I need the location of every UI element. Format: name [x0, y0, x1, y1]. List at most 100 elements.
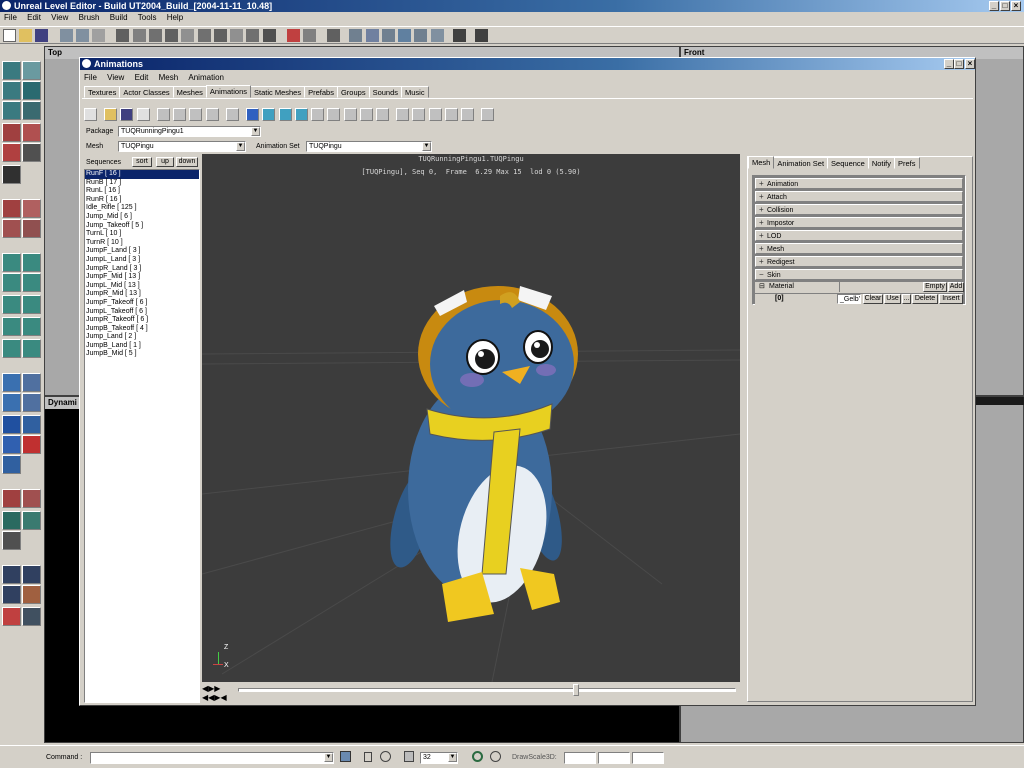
- move-icon[interactable]: [2, 101, 21, 120]
- camera-mode-icon[interactable]: [2, 61, 21, 80]
- play-level-icon[interactable]: [452, 29, 466, 42]
- vertex-edit-icon[interactable]: [22, 61, 41, 80]
- animation-icon[interactable]: [246, 29, 260, 42]
- build-geometry-icon[interactable]: [349, 29, 363, 42]
- sheet-icon[interactable]: [22, 295, 41, 314]
- add-static-mesh-icon[interactable]: [22, 435, 41, 454]
- anim-figure-icon[interactable]: [311, 108, 325, 121]
- anim-props-icon[interactable]: [189, 108, 203, 121]
- expand-icon[interactable]: +: [759, 244, 767, 253]
- actor-browser-icon[interactable]: [116, 29, 130, 42]
- add-mover-icon[interactable]: [2, 435, 21, 454]
- sphere-icon[interactable]: [22, 339, 41, 358]
- warning-icon[interactable]: [286, 29, 300, 42]
- tab-mesh[interactable]: Mesh: [748, 156, 775, 169]
- menu-edit[interactable]: Edit: [27, 13, 41, 22]
- select-all-icon[interactable]: [2, 489, 21, 508]
- menu-help[interactable]: Help: [167, 13, 183, 22]
- sequence-item[interactable]: Jump_Takeoff [ 5 ]: [85, 222, 199, 231]
- undo-icon[interactable]: [59, 29, 73, 42]
- maximize-button[interactable]: □: [1000, 1, 1010, 11]
- add-volume-icon[interactable]: [22, 415, 41, 434]
- font-icon[interactable]: [262, 29, 276, 42]
- cone-brush-icon[interactable]: [22, 219, 41, 238]
- grid-icon[interactable]: [404, 751, 414, 762]
- property-category[interactable]: + Attach: [755, 191, 963, 202]
- tab-textures[interactable]: Textures: [84, 86, 121, 98]
- anim-figure3-icon[interactable]: [343, 108, 357, 121]
- sequence-item[interactable]: JumpF_Land [ 3 ]: [85, 247, 199, 256]
- tab-static-meshes[interactable]: Static Meshes: [250, 86, 306, 98]
- anim-menu-edit[interactable]: Edit: [135, 73, 149, 82]
- build-lighting-icon[interactable]: [365, 29, 379, 42]
- mirror-y-icon[interactable]: [2, 585, 21, 604]
- grid-size-combo[interactable]: 32 ▼: [420, 752, 458, 764]
- sequence-item[interactable]: Jump_Land [ 2 ]: [85, 333, 199, 342]
- box-icon[interactable]: [2, 253, 21, 272]
- tab-animations[interactable]: Animations: [205, 85, 251, 98]
- texture-browser-icon[interactable]: [132, 29, 146, 42]
- context-help-icon[interactable]: [475, 29, 489, 42]
- invert-selection-icon[interactable]: [2, 565, 21, 584]
- drawscale-z-input[interactable]: [632, 752, 664, 764]
- anim-export-icon[interactable]: [461, 108, 475, 121]
- curved-stairs-icon[interactable]: [2, 273, 21, 292]
- camera-speed-icon[interactable]: [2, 607, 21, 626]
- anim-info-icon[interactable]: [225, 108, 239, 121]
- sequence-item[interactable]: Jump_Mid [ 6 ]: [85, 213, 199, 222]
- step-icon[interactable]: ◀◀▶◀: [202, 693, 227, 702]
- subtract-brush-icon[interactable]: [22, 373, 41, 392]
- sort-button[interactable]: sort: [132, 157, 152, 167]
- property-category[interactable]: + Redigest: [755, 256, 963, 267]
- anim-copy-icon[interactable]: [136, 108, 150, 121]
- property-category[interactable]: + Collision: [755, 204, 963, 215]
- add-special-brush-icon[interactable]: [2, 415, 21, 434]
- cube-brush-icon[interactable]: [2, 199, 21, 218]
- anim-film-icon[interactable]: [428, 108, 442, 121]
- expand-icon[interactable]: +: [759, 231, 767, 240]
- anim-menu-view[interactable]: View: [107, 73, 124, 82]
- scale-icon[interactable]: [2, 81, 21, 100]
- geometry-icon[interactable]: [22, 143, 41, 162]
- save-map-icon[interactable]: [35, 29, 49, 42]
- select-none-icon[interactable]: [22, 489, 41, 508]
- cylinder-brush-icon[interactable]: [2, 219, 21, 238]
- log-icon[interactable]: [340, 751, 351, 762]
- expand-icon[interactable]: +: [759, 179, 767, 188]
- anim-maximize-button[interactable]: □: [954, 59, 964, 69]
- tab-prefabs[interactable]: Prefabs: [304, 86, 338, 98]
- expand-icon[interactable]: −: [759, 270, 767, 279]
- insert-button[interactable]: Insert: [939, 294, 963, 304]
- menu-file[interactable]: File: [4, 13, 17, 22]
- property-category[interactable]: + Impostor: [755, 217, 963, 228]
- property-category[interactable]: + Mesh: [755, 243, 963, 254]
- anim-minimize-button[interactable]: _: [944, 59, 954, 69]
- sequence-item[interactable]: JumpR_Mid [ 13 ]: [85, 290, 199, 299]
- package-combo[interactable]: TUQRunningPingu1 ▼: [118, 126, 261, 137]
- music-browser-icon[interactable]: [181, 29, 195, 42]
- volumetric-icon[interactable]: [2, 295, 21, 314]
- menu-brush[interactable]: Brush: [79, 13, 100, 22]
- anim-edit-icon[interactable]: [156, 108, 170, 121]
- drawscale-x-input[interactable]: [564, 752, 596, 764]
- drawscale-y-input[interactable]: [598, 752, 630, 764]
- terrain-brush-icon[interactable]: [2, 339, 21, 358]
- property-category[interactable]: + LOD: [755, 230, 963, 241]
- build-all-icon[interactable]: [414, 29, 428, 42]
- cylinder-icon[interactable]: [2, 317, 21, 336]
- anim-lod-icon[interactable]: [412, 108, 426, 121]
- mov-icon[interactable]: [2, 165, 21, 184]
- use-button[interactable]: Use: [884, 294, 901, 304]
- new-map-icon[interactable]: [3, 29, 16, 42]
- property-category[interactable]: − Skin: [755, 269, 963, 280]
- delete-button[interactable]: Delete: [912, 294, 938, 304]
- tab-animation-set[interactable]: Animation Set: [773, 157, 829, 169]
- anim-save-icon[interactable]: [120, 108, 134, 121]
- anim-menu-animation[interactable]: Animation: [188, 73, 224, 82]
- cone-icon[interactable]: [22, 317, 41, 336]
- tab-groups[interactable]: Groups: [336, 86, 370, 98]
- tab-actor-classes[interactable]: Actor Classes: [119, 86, 174, 98]
- close-button[interactable]: ×: [1011, 1, 1021, 11]
- sequence-item[interactable]: JumpR_Takeoff [ 6 ]: [85, 316, 199, 325]
- add-button[interactable]: Add: [948, 282, 964, 292]
